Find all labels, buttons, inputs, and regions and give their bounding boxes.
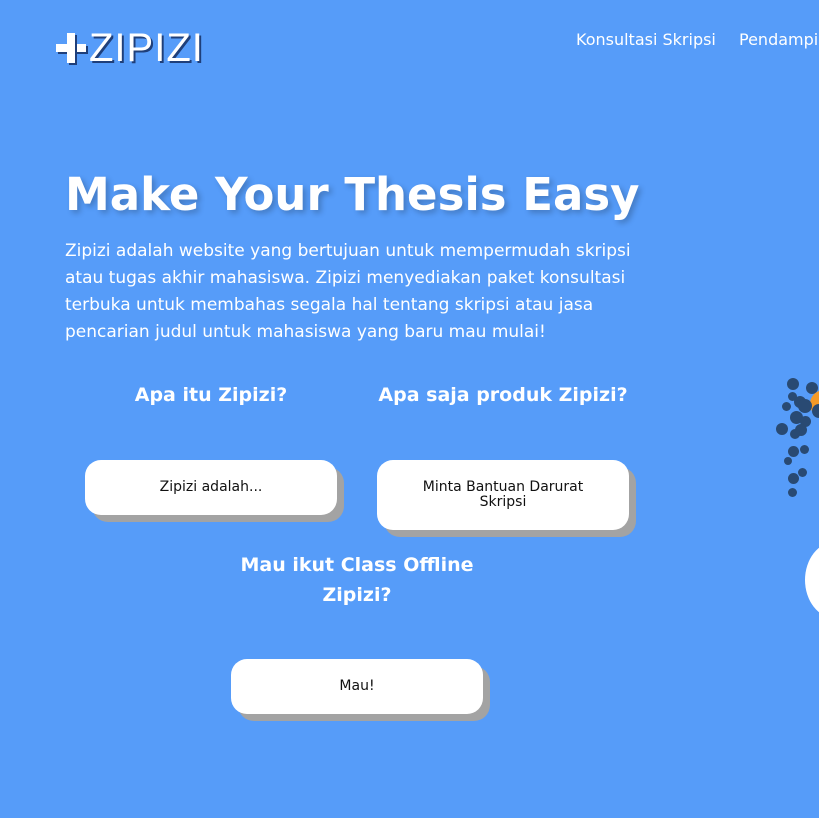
question-offline-class: Mau ikut Class Offline Zipizi? (240, 554, 474, 606)
hero-title: Make Your Thesis Easy (65, 168, 640, 221)
logo[interactable]: ZIPIZI (56, 27, 204, 69)
hero-illustration (760, 360, 819, 640)
question-products: Apa saja produk Zipizi? (378, 384, 628, 406)
nav-link-pendampingan[interactable]: Pendampi (739, 30, 818, 49)
nav-link-konsultasi-skripsi[interactable]: Konsultasi Skripsi (576, 30, 716, 49)
join-class-button[interactable]: Mau! (231, 659, 483, 714)
white-circle (805, 542, 819, 618)
plus-icon (56, 33, 86, 63)
hero-description: Zipizi adalah website yang bertujuan unt… (65, 241, 631, 342)
emergency-help-button[interactable]: Minta Bantuan Darurat Skripsi (377, 460, 629, 530)
question-about: Apa itu Zipizi? (134, 384, 288, 406)
logo-text: ZIPIZI (89, 26, 204, 70)
about-button[interactable]: Zipizi adalah... (85, 460, 337, 515)
